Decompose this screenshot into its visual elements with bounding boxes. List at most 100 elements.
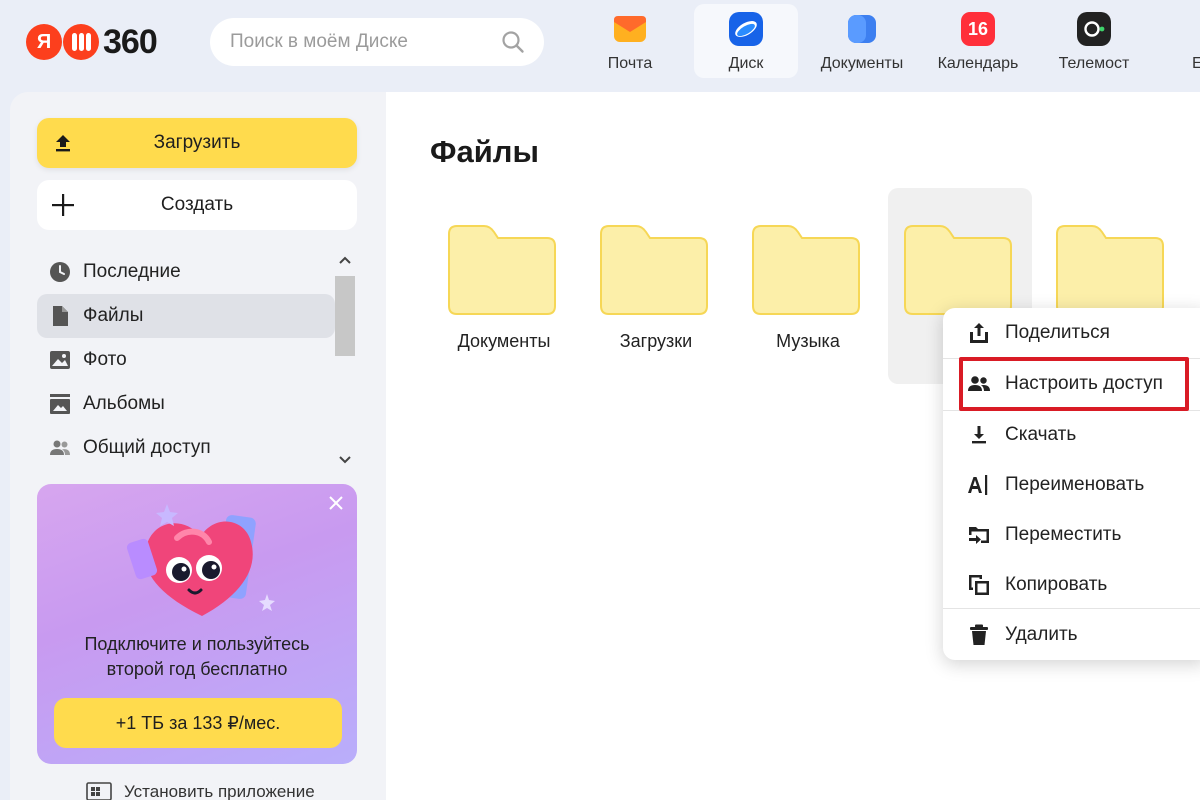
scrollbar-thumb[interactable]	[335, 276, 355, 356]
share-icon	[970, 323, 988, 343]
menu-item-copy[interactable]: Копировать	[943, 562, 1200, 608]
image-icon	[50, 351, 70, 369]
plus-icon	[52, 194, 74, 216]
chevron-up-icon[interactable]	[338, 254, 352, 268]
people-icon	[50, 440, 70, 455]
sidebar-item-files[interactable]: Файлы	[37, 294, 335, 338]
folder-icon	[600, 225, 708, 315]
desktop-app-icon	[86, 782, 112, 800]
promo-banner: Подключите и пользуйтесь второй год бесп…	[37, 484, 357, 764]
trash-icon	[970, 624, 988, 645]
app-switcher: Почта Диск Документы 16 Календарь Телемо…	[578, 4, 1158, 78]
menu-item-label: Переименовать	[1005, 474, 1145, 495]
sidebar-item-recent[interactable]: Последние	[37, 250, 335, 294]
app-label: Почта	[607, 55, 653, 72]
file-icon	[53, 306, 68, 326]
folder-icon	[904, 225, 1012, 315]
documents-icon	[848, 15, 876, 43]
menu-item-label: Копировать	[1005, 574, 1108, 595]
folder-icon	[1056, 225, 1164, 315]
sidebar-item-label: Фото	[83, 349, 127, 370]
create-button[interactable]: Создать	[37, 180, 357, 230]
menu-item-label: Удалить	[1005, 624, 1078, 645]
folder-label-line1: Музыка	[776, 331, 840, 351]
folder-item[interactable]: Музыка	[736, 188, 880, 384]
app-telemost[interactable]: Телемост	[1042, 4, 1146, 78]
yandex-360-logo[interactable]: Я 360	[26, 22, 158, 61]
folder-label: Загрузки	[584, 329, 728, 353]
install-app-link[interactable]: Установить приложение	[86, 782, 315, 800]
promo-text: Подключите и пользуйтесь второй год бесп…	[37, 632, 357, 682]
close-icon[interactable]	[327, 494, 345, 512]
folder-label-line1: Загрузки	[619, 331, 693, 351]
app-disk[interactable]: Диск	[694, 4, 798, 78]
menu-item-share[interactable]: Поделиться	[943, 310, 1200, 356]
menu-item-access-settings[interactable]: Настроить доступ	[943, 361, 1200, 407]
top-header: Я 360 Почта Диск	[0, 0, 1200, 90]
sidebar-item-shared[interactable]: Общий доступ	[37, 426, 335, 470]
app-label: Календарь	[937, 55, 1019, 72]
folder-label-line1: Документы	[457, 331, 551, 351]
menu-item-label: Переместить	[1005, 524, 1122, 545]
mail-icon	[614, 16, 646, 42]
folder-item[interactable]: Документы	[432, 188, 576, 384]
download-icon	[972, 426, 986, 444]
folder-icon	[752, 225, 860, 315]
sidebar-scrollbar[interactable]	[334, 252, 356, 468]
install-app-label: Установить приложение	[124, 782, 315, 800]
promo-text-line2: второй год бесплатно	[106, 659, 288, 679]
context-menu: Поделиться Настроить доступ Скачать Пере…	[943, 308, 1200, 660]
move-icon	[969, 527, 989, 544]
menu-item-download[interactable]: Скачать	[943, 412, 1200, 458]
people-icon	[968, 376, 990, 391]
sidebar-item-label: Общий доступ	[83, 437, 211, 458]
app-mail[interactable]: Почта	[578, 4, 682, 78]
sidebar-item-label: Последние	[83, 261, 181, 282]
menu-item-rename[interactable]: Переименовать	[943, 462, 1200, 508]
telemost-icon	[1077, 12, 1111, 46]
folder-item[interactable]: Загрузки	[584, 188, 728, 384]
copy-icon	[969, 575, 989, 595]
calendar-icon: 16	[961, 12, 995, 46]
chevron-down-icon[interactable]	[338, 452, 352, 466]
logo-text: 360	[103, 22, 158, 61]
app-label: Телемост	[1058, 55, 1130, 72]
menu-item-move[interactable]: Переместить	[943, 512, 1200, 558]
app-label: Диск	[728, 55, 764, 72]
app-more-label[interactable]: Е	[1192, 55, 1200, 73]
search-box[interactable]	[210, 18, 544, 66]
menu-divider	[943, 358, 1200, 359]
sidebar-item-photo[interactable]: Фото	[37, 338, 335, 382]
albums-icon	[50, 394, 70, 414]
folder-label: Музыка	[736, 329, 880, 353]
menu-divider	[943, 608, 1200, 609]
disk-icon	[729, 12, 763, 46]
create-label: Создать	[160, 194, 234, 215]
search-icon[interactable]	[500, 29, 526, 55]
promo-text-line1: Подключите и пользуйтесь	[84, 634, 310, 654]
promo-subscribe-button[interactable]: +1 ТБ за 133 ₽/мес.	[54, 698, 342, 748]
menu-item-label: Скачать	[1005, 424, 1077, 445]
clock-icon	[50, 262, 70, 282]
heart-mascot-illustration	[126, 504, 275, 616]
menu-item-label: Поделиться	[1005, 322, 1110, 343]
sidebar-nav: Последние Файлы Фото Альбомы Общий досту…	[37, 250, 335, 470]
logo-360-mark	[63, 24, 99, 60]
page-title: Файлы	[430, 134, 539, 169]
sidebar-item-label: Файлы	[83, 305, 144, 326]
menu-divider	[943, 410, 1200, 411]
app-calendar[interactable]: 16 Календарь	[926, 4, 1030, 78]
search-input[interactable]	[230, 31, 500, 53]
sidebar: Загрузить Создать Последние Файлы Фото А…	[10, 92, 386, 800]
calendar-badge: 16	[967, 18, 989, 39]
sidebar-item-albums[interactable]: Альбомы	[37, 382, 335, 426]
rename-icon	[968, 475, 988, 495]
upload-label: Загрузить	[153, 132, 241, 153]
app-documents[interactable]: Документы	[810, 4, 914, 78]
folder-label: Документы	[432, 329, 576, 353]
menu-item-delete[interactable]: Удалить	[943, 612, 1200, 658]
menu-item-label: Настроить доступ	[1005, 373, 1163, 394]
upload-button[interactable]: Загрузить	[37, 118, 357, 168]
app-label: Документы	[820, 55, 904, 72]
upload-icon	[56, 135, 70, 152]
